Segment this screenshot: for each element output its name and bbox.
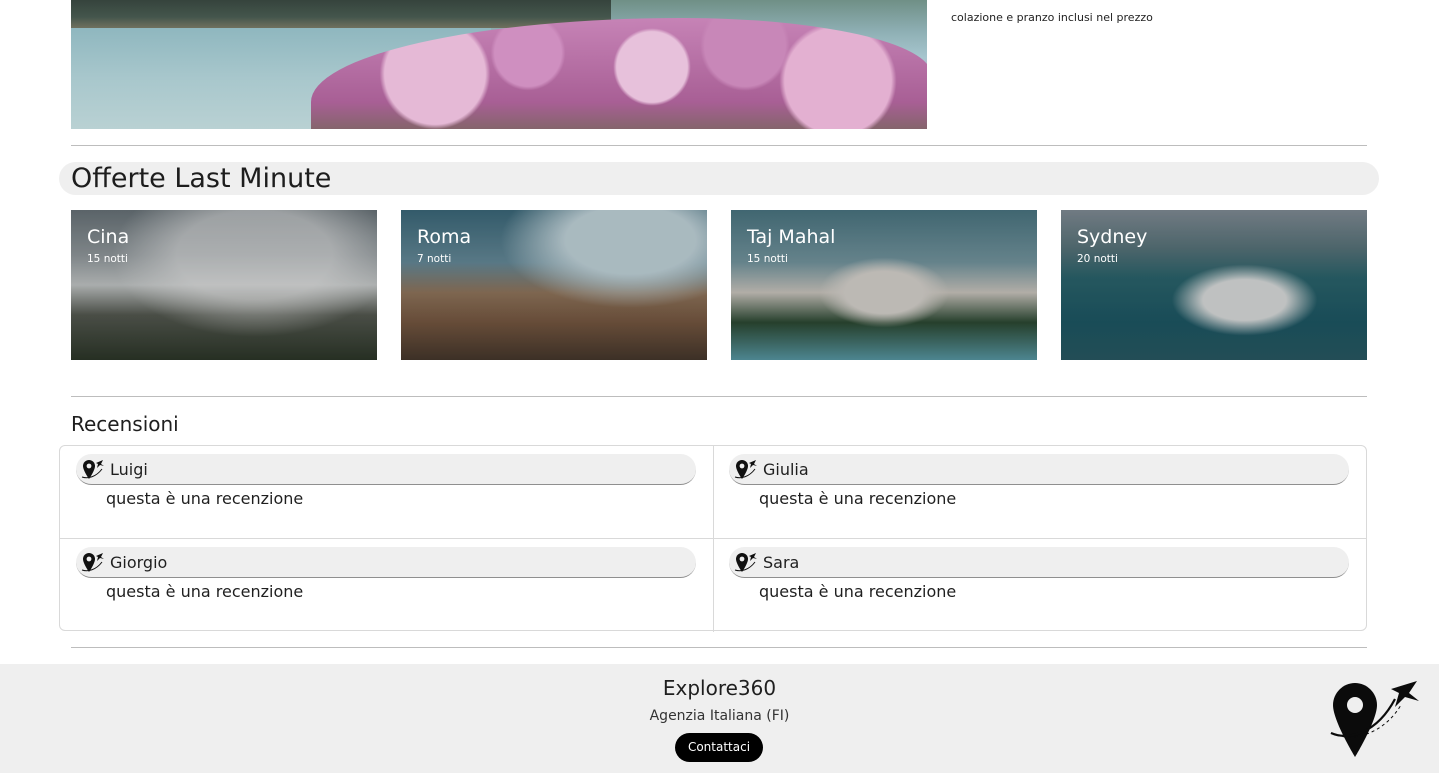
- review-text: questa è una recenzione: [759, 489, 957, 508]
- review-card: Luigi questa è una recenzione: [76, 454, 696, 534]
- grid-divider: [60, 538, 1366, 539]
- review-card: Giorgio questa è una recenzione: [76, 547, 696, 627]
- reviews-title: Recensioni: [71, 412, 179, 436]
- footer-subtitle: Agenzia Italiana (FI): [649, 708, 790, 724]
- offer-name: Cina: [87, 226, 130, 248]
- review-card: Sara questa è una recenzione: [729, 547, 1349, 627]
- section-divider: [71, 647, 1367, 648]
- location-pin-plane-icon: [734, 553, 757, 572]
- review-text: questa è una recenzione: [759, 582, 957, 601]
- hero-image: [71, 0, 927, 129]
- offer-card-roma[interactable]: Roma 7 notti: [401, 210, 707, 360]
- offer-nights: 15 notti: [87, 253, 128, 265]
- section-divider: [71, 145, 1367, 146]
- location-pin-plane-icon: [1330, 681, 1419, 757]
- offer-nights: 7 notti: [417, 253, 452, 265]
- review-card: Giulia questa è una recenzione: [729, 454, 1349, 534]
- location-pin-plane-icon: [81, 553, 104, 572]
- offers-header: Offerte Last Minute: [59, 162, 1379, 195]
- review-header: Giulia: [729, 454, 1349, 485]
- review-header: Giorgio: [76, 547, 696, 578]
- review-text: questa è una recenzione: [106, 582, 304, 601]
- review-header: Sara: [729, 547, 1349, 578]
- section-divider: [71, 396, 1367, 397]
- review-username: Luigi: [110, 460, 148, 479]
- footer: Explore360 Agenzia Italiana (FI) Contatt…: [0, 664, 1439, 773]
- review-username: Sara: [763, 553, 800, 572]
- review-header: Luigi: [76, 454, 696, 485]
- grid-divider: [713, 446, 714, 632]
- offer-nights: 15 notti: [747, 253, 788, 265]
- review-username: Giulia: [763, 460, 809, 479]
- review-username: Giorgio: [110, 553, 168, 572]
- footer-brand: Explore360: [662, 676, 777, 700]
- reviews-grid: Luigi questa è una recenzione Giulia que…: [59, 445, 1367, 632]
- location-pin-plane-icon: [734, 460, 757, 479]
- offer-name: Taj Mahal: [747, 226, 836, 248]
- hero-bridge-shape: [71, 0, 611, 28]
- hero-caption: colazione e pranzo inclusi nel prezzo: [951, 11, 1153, 24]
- location-pin-plane-icon: [81, 460, 104, 479]
- contact-button[interactable]: Contattaci: [675, 733, 763, 762]
- offer-card-sydney[interactable]: Sydney 20 notti: [1061, 210, 1367, 360]
- offer-name: Sydney: [1077, 226, 1148, 248]
- review-text: questa è una recenzione: [106, 489, 304, 508]
- offers-title: Offerte Last Minute: [71, 163, 332, 194]
- offer-card-cina[interactable]: Cina 15 notti: [71, 210, 377, 360]
- offer-card-taj-mahal[interactable]: Taj Mahal 15 notti: [731, 210, 1037, 360]
- offer-nights: 20 notti: [1077, 253, 1118, 265]
- offer-name: Roma: [417, 226, 472, 248]
